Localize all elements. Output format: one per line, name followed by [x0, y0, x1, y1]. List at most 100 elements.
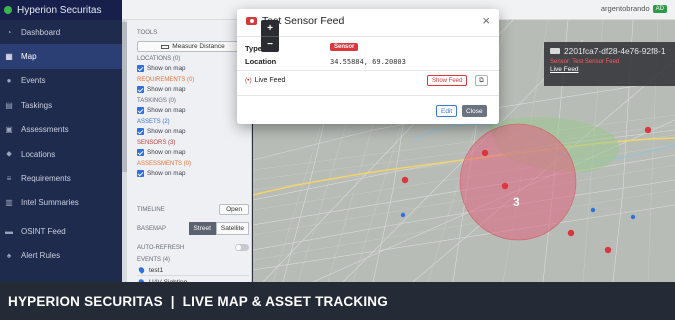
checkbox-label: Show on map	[147, 86, 186, 93]
checkbox-checked-icon	[137, 128, 144, 135]
sensor-cluster-count[interactable]: 3	[513, 195, 520, 209]
close-button[interactable]: Close	[462, 105, 487, 117]
sidebar-item-label: Requirements	[21, 174, 71, 184]
alert-icon: ♠	[6, 251, 12, 261]
sidebar-item-events[interactable]: ● Events	[0, 69, 122, 93]
events-heading: EVENTS (4)	[137, 257, 171, 263]
layer-section-heading: ASSETS (2)	[137, 119, 170, 125]
event-list-item[interactable]: test1	[137, 265, 249, 276]
sidebar-item-label: Map	[21, 52, 37, 62]
sensor-id: 2201fca7-df28-4e76-92f8-1	[564, 46, 666, 56]
sensor-id-row: 2201fca7-df28-4e76-92f8-1	[550, 46, 675, 56]
show-on-map-checkbox[interactable]: Show on map	[137, 64, 186, 73]
timeline-row: TIMELINE Open	[137, 204, 249, 215]
sidebar-item-requirements[interactable]: ≡ Requirements	[0, 166, 122, 190]
external-link-icon[interactable]: ⧉	[475, 75, 488, 86]
tools-scrollbar[interactable]	[122, 20, 127, 282]
timeline-open-button[interactable]: Open	[219, 204, 249, 215]
caption-banner: HYPERION SECURITAS | LIVE MAP & ASSET TR…	[0, 282, 675, 320]
sensor-name: Sensor: Test Sensor Feed	[550, 59, 620, 65]
assessments-icon: ▣	[5, 125, 13, 135]
checkbox-checked-icon	[137, 149, 144, 156]
tools-heading: TOOLS	[137, 30, 158, 36]
layer-section-heading: SENSORS (3)	[137, 140, 176, 146]
show-on-map-checkbox[interactable]: Show on map	[137, 169, 186, 178]
basemap-street-option[interactable]: Street	[188, 222, 216, 235]
requirements-icon: ≡	[6, 174, 12, 184]
sidebar-item-assessments[interactable]: ▣ Assessments	[0, 118, 122, 142]
taskings-icon: ▤	[5, 100, 13, 110]
location-label: Location	[245, 57, 277, 66]
basemap-label: BASEMAP	[137, 225, 167, 232]
sidebar-item-label: Events	[21, 76, 46, 86]
checkbox-checked-icon	[137, 170, 144, 177]
checkbox-label: Show on map	[147, 128, 186, 135]
checkbox-checked-icon	[137, 65, 144, 72]
sidebar-item-label: Dashboard	[21, 27, 61, 37]
sidebar-item-label: Alert Rules	[21, 251, 61, 261]
sidebar-item-label: Intel Summaries	[21, 198, 79, 208]
location-value: 34.55884, 69.20803	[330, 58, 406, 66]
zoom-out-button[interactable]: −	[261, 36, 279, 52]
role-badge: AD	[652, 4, 667, 13]
camera-icon	[550, 48, 560, 54]
ruler-icon	[161, 44, 170, 49]
sensor-info-card[interactable]: 2201fca7-df28-4e76-92f8-1 Sensor: Test S…	[544, 42, 675, 86]
show-feed-button[interactable]: Show Feed	[427, 75, 468, 86]
map-icon: ▦	[5, 52, 13, 62]
sidebar: Hyperion Securitas ◔ Dashboard ▦ Map ● Events…	[0, 0, 122, 282]
sidebar-item-alert-rules[interactable]: ♠ Alert Rules	[0, 244, 122, 268]
edit-button[interactable]: Edit	[436, 105, 458, 117]
sidebar-item-dashboard[interactable]: ◔ Dashboard	[0, 20, 122, 44]
app-title: Hyperion Securitas	[17, 4, 102, 16]
checkbox-checked-icon	[137, 86, 144, 93]
checkbox-checked-icon	[137, 107, 144, 114]
event-label: test1	[149, 266, 164, 274]
location-pin-icon: ⬥	[6, 149, 12, 159]
show-on-map-checkbox[interactable]: Show on map	[137, 106, 186, 115]
show-on-map-checkbox[interactable]: Show on map	[137, 148, 186, 157]
tools-panel: TOOLS Measure Distance TIMELINE Open BAS…	[122, 20, 252, 282]
autorefresh-toggle[interactable]	[235, 244, 249, 251]
measure-distance-button[interactable]: Measure Distance	[137, 41, 249, 52]
checkbox-label: Show on map	[147, 149, 186, 156]
sidebar-item-intel-summaries[interactable]: ▥ Intel Summaries	[0, 191, 122, 215]
timeline-label: TIMELINE	[137, 206, 165, 213]
sidebar-item-map[interactable]: ▦ Map	[0, 44, 122, 69]
basemap-satellite-option[interactable]: Satellite	[215, 222, 249, 235]
sidebar-item-osint-feed[interactable]: ▬ OSINT Feed	[0, 219, 122, 243]
basemap-toggle: Street Satellite	[188, 222, 249, 235]
sensor-live-feed-link[interactable]: Live Feed	[550, 66, 675, 73]
live-feed-label: Live Feed	[254, 77, 286, 84]
user-menu[interactable]: argentobrando AD	[601, 4, 667, 13]
type-label: Type	[245, 44, 262, 53]
modal-divider	[237, 95, 499, 96]
live-feed-row: (•) Live Feed	[245, 77, 285, 84]
close-icon[interactable]: ×	[482, 13, 490, 28]
sidebar-item-label: OSINT Feed	[21, 226, 66, 236]
layer-section-heading: LOCATIONS (0)	[137, 56, 181, 62]
modal-divider	[237, 70, 499, 71]
checkbox-label: Show on map	[147, 107, 186, 114]
show-on-map-checkbox[interactable]: Show on map	[137, 127, 186, 136]
zoom-in-button[interactable]: +	[261, 20, 279, 36]
type-badge: Sensor	[330, 43, 359, 51]
events-icon: ●	[6, 76, 12, 86]
osint-icon: ▬	[5, 226, 13, 236]
dashboard-icon: ◔	[6, 27, 12, 37]
sidebar-item-label: Taskings	[21, 100, 53, 110]
basemap-row: BASEMAP Street Satellite	[137, 222, 249, 235]
scrollbar-thumb[interactable]	[122, 22, 127, 172]
intel-icon: ▥	[5, 198, 13, 208]
show-on-map-checkbox[interactable]: Show on map	[137, 85, 186, 94]
brand[interactable]: Hyperion Securitas	[0, 0, 122, 20]
pin-icon	[137, 266, 146, 274]
sidebar-nav: ◔ Dashboard ▦ Map ● Events ▤ Taskings ▣ Assessmen…	[0, 20, 122, 268]
checkbox-label: Show on map	[147, 170, 186, 177]
username: argentobrando	[600, 4, 650, 13]
sidebar-item-locations[interactable]: ⬥ Locations	[0, 142, 122, 166]
sidebar-item-label: Assessments	[21, 125, 69, 135]
autorefresh-row: AUTO-REFRESH	[137, 244, 249, 251]
checkbox-label: Show on map	[147, 65, 186, 72]
sidebar-item-taskings[interactable]: ▤ Taskings	[0, 93, 122, 117]
